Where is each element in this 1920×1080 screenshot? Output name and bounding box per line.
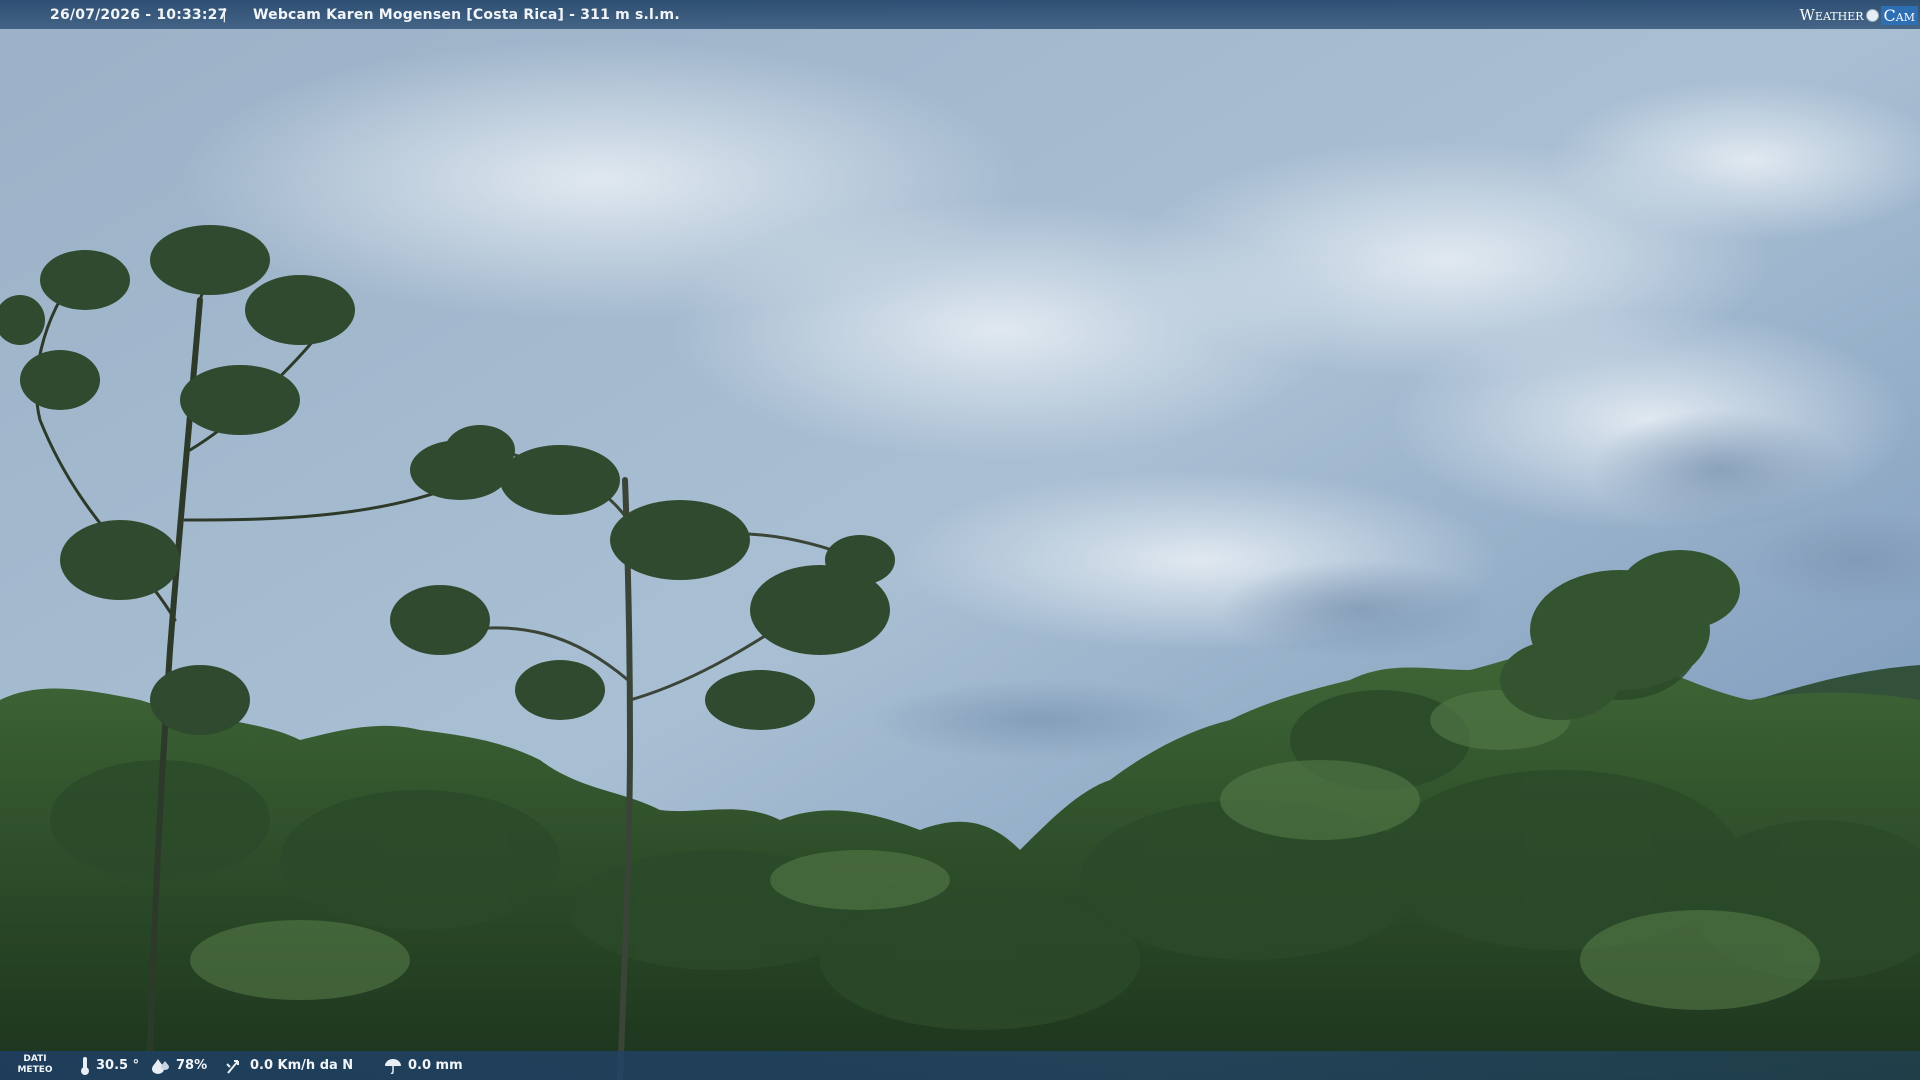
logo-globe-icon [1865, 8, 1879, 22]
weather-data-bar: DATI METEO 30.5 ° 78% 0.0 Km/h da N 0.0 … [0, 1051, 1920, 1080]
separator: | [222, 6, 227, 23]
temperature-value: 30.5 ° [96, 1058, 140, 1073]
top-info-bar: 26/07/2026 - 10:33:27 | Webcam Karen Mog… [0, 0, 1920, 29]
humidity-icon [152, 1058, 169, 1074]
rain-value: 0.0 mm [408, 1058, 463, 1073]
logo-word: Weather [1799, 6, 1864, 24]
wind-icon [226, 1059, 239, 1074]
wind-value: 0.0 Km/h da N [250, 1058, 354, 1073]
logo-cam: Cam [1880, 5, 1918, 25]
humidity-reading: 78% [152, 1051, 207, 1080]
timestamp: 26/07/2026 - 10:33:27 [50, 6, 228, 23]
webcam-title: Webcam Karen Mogensen [Costa Rica] - 311… [253, 6, 680, 23]
rain-reading: 0.0 mm [384, 1051, 463, 1080]
dati-line1: DATI [23, 1054, 47, 1064]
dati-line2: METEO [17, 1065, 53, 1075]
dati-meteo-label: DATI METEO [14, 1054, 56, 1076]
webcam-scene [0, 0, 1920, 1080]
temperature-reading: 30.5 ° [80, 1051, 139, 1080]
weathercam-logo: Weather Cam [1800, 3, 1918, 27]
humidity-value: 78% [176, 1058, 208, 1073]
rain-icon [385, 1058, 401, 1074]
wind-reading: 0.0 Km/h da N [226, 1051, 353, 1080]
thermometer-icon [81, 1056, 89, 1075]
